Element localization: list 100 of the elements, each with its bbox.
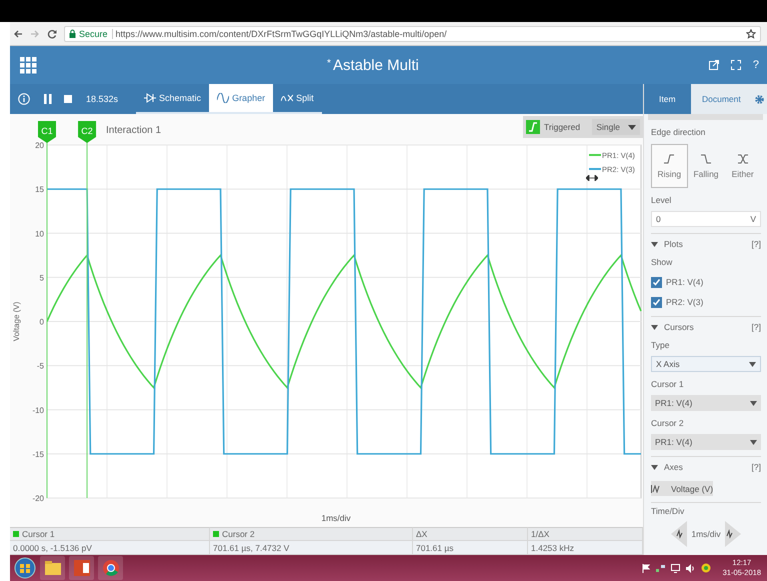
decrease-button[interactable] [671, 521, 688, 547]
security-label: Secure [79, 28, 113, 38]
table-cell: 1.4253 kHz [531, 542, 574, 552]
y-tick-label: 0 [40, 318, 44, 326]
view-tab[interactable]: Grapher [209, 84, 274, 112]
dropdown[interactable]: PR1: V(4) [651, 434, 761, 450]
cursor-swatch [213, 531, 219, 537]
taskbar-app[interactable] [98, 556, 123, 580]
field-label: Show [651, 256, 674, 269]
view-tab[interactable]: Schematic [136, 84, 210, 112]
checkbox[interactable] [651, 296, 662, 308]
grapher-icon [217, 93, 230, 103]
check-icon [652, 298, 661, 306]
folder-icon [44, 561, 60, 575]
caret-icon [749, 362, 756, 366]
browser-icon [102, 560, 118, 576]
trigger-status: Triggered [544, 122, 580, 132]
fullscreen-icon[interactable] [730, 60, 741, 70]
document-title: Astable Multi [332, 56, 419, 74]
trigger-mode-select[interactable]: Single [592, 119, 640, 135]
info-icon[interactable] [18, 93, 30, 105]
resize-handle-icon[interactable] [586, 175, 598, 181]
panel-tab[interactable]: Item [644, 84, 691, 114]
axis-button[interactable]: Voltage (V) [651, 481, 714, 496]
caret-icon [750, 440, 757, 444]
bookmark-star-icon[interactable] [746, 28, 756, 38]
column-header: ΔX [416, 529, 428, 539]
y-tick-label: 20 [35, 141, 44, 150]
volume-icon[interactable] [686, 564, 695, 572]
time-div-value: 1ms/div [691, 529, 721, 539]
table-cell: 0.0000 s, -1.5136 pV [13, 542, 92, 552]
presentation-app-icon [74, 560, 90, 576]
column-header: Cursor 2 [222, 529, 255, 539]
panel-tab[interactable]: Document [690, 84, 752, 114]
settings-icon[interactable] [754, 94, 766, 104]
taskbar-app[interactable] [40, 556, 65, 580]
back-icon[interactable] [13, 28, 23, 38]
section-title: Plots [664, 239, 683, 249]
reload-icon[interactable] [47, 28, 57, 38]
column-header: Cursor 1 [22, 529, 55, 539]
modified-mark: * [327, 58, 331, 68]
elapsed-time: 18.532s [86, 94, 118, 104]
graph-title: Interaction 1 [106, 125, 162, 136]
caret-icon[interactable] [651, 464, 658, 470]
rising-edge-icon [663, 153, 676, 165]
dropdown[interactable]: X Axis [651, 356, 761, 372]
apps-grid-icon[interactable] [20, 56, 37, 74]
y-tick-label: -5 [36, 362, 44, 371]
table-cell: 701.61 µs [416, 542, 454, 552]
y-tick-label: 10 [35, 229, 44, 238]
check-icon [652, 278, 661, 286]
address-bar[interactable]: Secure https://www.multisim.com/content/DXrFtSrmTwGGqIYLLiQNm3/astable-multi/open/ [64, 26, 761, 42]
either-edge-icon [736, 153, 749, 165]
field-label: Cursor 2 [651, 417, 685, 430]
network-icon[interactable] [656, 564, 665, 572]
falling-edge-icon [700, 153, 712, 165]
edge-option[interactable]: Rising [651, 144, 688, 188]
caret-icon[interactable] [651, 324, 658, 330]
column-header: 1/ΔX [531, 529, 550, 539]
level-field[interactable]: 0 V [651, 211, 761, 227]
increase-button[interactable] [724, 521, 741, 547]
checkbox[interactable] [651, 276, 662, 288]
y-tick-label: 15 [35, 185, 44, 194]
field-label: Edge direction [651, 126, 706, 139]
caret-icon [628, 124, 636, 130]
cursor-swatch [13, 531, 19, 537]
status-icon[interactable] [700, 563, 711, 573]
section-title: Axes [664, 462, 683, 472]
table-cell: 701.61 µs, 7.4732 V [213, 542, 290, 552]
split-icon [281, 93, 294, 103]
view-tab[interactable]: Split [273, 84, 322, 112]
help-button[interactable]: ? [752, 59, 759, 71]
field-label: Type [651, 339, 670, 352]
caret-icon[interactable] [651, 242, 658, 246]
edge-option[interactable]: Falling [688, 144, 724, 188]
edge-option[interactable]: Either [724, 144, 762, 188]
popout-icon[interactable] [708, 60, 719, 70]
field-label: Time/Div [651, 505, 686, 518]
flag-icon[interactable] [642, 564, 650, 572]
trigger-edge-icon [526, 120, 540, 134]
field-label: Level [651, 194, 672, 207]
y-tick-label: 5 [40, 273, 44, 282]
taskbar-app[interactable] [69, 556, 94, 580]
help-link[interactable]: [?] [752, 239, 761, 249]
url-text: https://www.multisim.com/content/DXrFtSrmTwGGqIYLLiQNm3/astable-multi/open/ [116, 28, 447, 38]
section-title: Cursors [664, 322, 694, 332]
axis-icon [651, 484, 661, 492]
y-axis-label: Voltage (V) [12, 302, 21, 342]
schematic-icon [144, 93, 156, 103]
dropdown[interactable]: PR1: V(4) [651, 395, 761, 411]
lock-icon [69, 29, 76, 38]
pause-icon[interactable] [44, 94, 52, 104]
checkbox-label: PR2: V(3) [666, 297, 704, 307]
help-link[interactable]: [?] [752, 462, 761, 472]
x-axis-label: 1ms/div [321, 513, 351, 523]
monitor-icon[interactable] [670, 564, 680, 572]
field-label: Cursor 1 [651, 378, 685, 391]
start-button[interactable] [14, 557, 36, 579]
checkbox-label: PR1: V(4) [666, 277, 704, 287]
help-link[interactable]: [?] [752, 322, 761, 332]
